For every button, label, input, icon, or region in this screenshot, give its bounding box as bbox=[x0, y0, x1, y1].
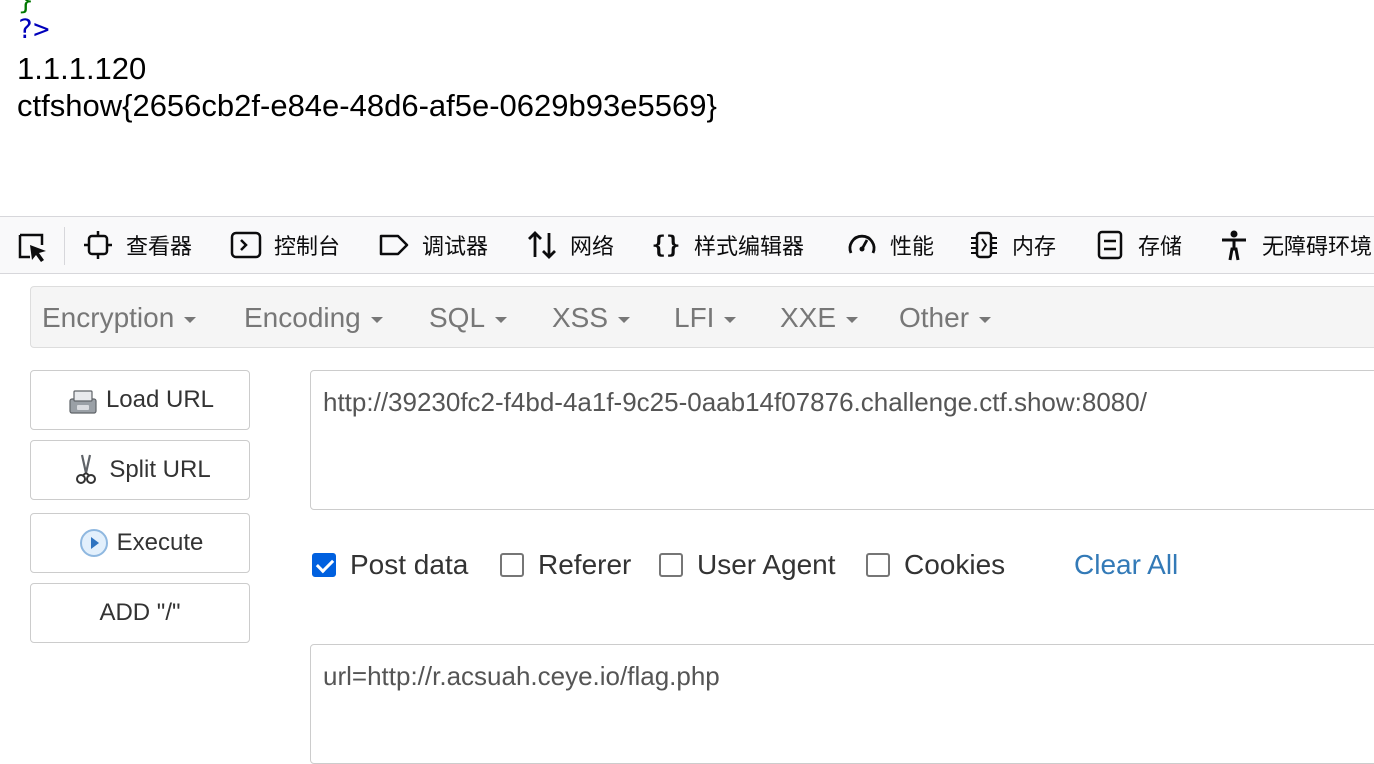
toolbar-separator bbox=[64, 227, 65, 265]
devtools-toolbar: 查看器 控制台 调试器 网络 {} 样式编辑器 性能 内存 存储 无障碍环境 bbox=[0, 216, 1374, 274]
caret-down-icon bbox=[618, 316, 631, 323]
tab-label: 无障碍环境 bbox=[1262, 235, 1373, 260]
debugger-icon bbox=[379, 234, 409, 256]
output-flag: ctfshow{2656cb2f-e84e-48d6-af5e-0629b93e… bbox=[17, 88, 717, 123]
console-icon bbox=[230, 231, 262, 259]
menu-label: Encryption bbox=[42, 302, 175, 333]
post-data-input[interactable]: url=http://r.acsuah.ceye.io/flag.php bbox=[310, 644, 1374, 764]
style-editor-icon: {} bbox=[652, 231, 681, 259]
page-output: } ?> 1.1.1.120 ctfshow{2656cb2f-e84e-48d… bbox=[0, 0, 1374, 216]
caret-down-icon bbox=[724, 316, 737, 323]
tab-inspector[interactable]: 查看器 bbox=[82, 217, 192, 273]
tab-label: 网络 bbox=[570, 235, 615, 260]
menu-other[interactable]: Other bbox=[899, 287, 992, 349]
caret-down-icon bbox=[846, 316, 859, 323]
cookies-option[interactable]: Cookies bbox=[866, 545, 1005, 585]
menu-encoding[interactable]: Encoding bbox=[244, 287, 383, 349]
menu-label: SQL bbox=[429, 302, 486, 333]
post-data-checkbox[interactable] bbox=[312, 553, 336, 577]
tab-label: 存储 bbox=[1138, 235, 1183, 260]
user-agent-option[interactable]: User Agent bbox=[659, 545, 836, 585]
menu-label: XSS bbox=[552, 302, 609, 333]
tab-label: 性能 bbox=[890, 235, 935, 260]
referer-option[interactable]: Referer bbox=[500, 545, 631, 585]
menu-encryption[interactable]: Encryption bbox=[42, 287, 197, 349]
tab-label: 内存 bbox=[1012, 235, 1057, 260]
caret-down-icon bbox=[370, 316, 383, 323]
tab-performance[interactable]: 性能 bbox=[846, 217, 934, 273]
menu-label: LFI bbox=[674, 302, 715, 333]
scissors-icon bbox=[76, 454, 97, 484]
memory-icon bbox=[971, 231, 997, 259]
post-data-label: Post data bbox=[350, 549, 469, 580]
svg-text:{}: {} bbox=[652, 231, 681, 259]
post-data-option[interactable]: Post data bbox=[312, 545, 468, 585]
url-value: http://39230fc2-f4bd-4a1f-9c25-0aab14f07… bbox=[323, 387, 1147, 417]
add-slash-label: ADD "/" bbox=[99, 599, 181, 626]
output-ip: 1.1.1.120 bbox=[17, 51, 147, 86]
accessibility-icon bbox=[1222, 230, 1246, 261]
hackbar-menu: Encryption Encoding SQL XSS LFI XXE Othe… bbox=[30, 286, 1374, 348]
caret-down-icon bbox=[979, 316, 992, 323]
clear-all-link[interactable]: Clear All bbox=[1074, 545, 1178, 585]
menu-xss[interactable]: XSS bbox=[552, 287, 631, 349]
tab-label: 控制台 bbox=[274, 235, 341, 260]
load-url-label: Load URL bbox=[105, 386, 215, 413]
caret-down-icon bbox=[495, 316, 508, 323]
menu-lfi[interactable]: LFI bbox=[674, 287, 737, 349]
inspector-icon bbox=[84, 231, 112, 259]
play-icon bbox=[79, 529, 108, 557]
referer-label: Referer bbox=[538, 549, 632, 580]
user-agent-label: User Agent bbox=[697, 549, 836, 580]
php-close-tag: ?> bbox=[17, 14, 50, 45]
tab-network[interactable]: 网络 bbox=[526, 217, 614, 273]
execute-label: Execute bbox=[116, 529, 204, 556]
tab-memory[interactable]: 内存 bbox=[968, 217, 1056, 273]
menu-label: Other bbox=[899, 302, 970, 333]
network-icon bbox=[528, 231, 556, 259]
split-url-button[interactable]: Split URL bbox=[30, 440, 250, 500]
tab-label: 查看器 bbox=[126, 235, 193, 260]
caret-down-icon bbox=[184, 316, 197, 323]
load-url-button[interactable]: Load URL bbox=[30, 370, 250, 430]
element-picker-icon[interactable] bbox=[16, 231, 48, 263]
cookies-checkbox[interactable] bbox=[866, 553, 890, 577]
user-agent-checkbox[interactable] bbox=[659, 553, 683, 577]
split-url-label: Split URL bbox=[109, 456, 211, 483]
menu-label: XXE bbox=[780, 302, 837, 333]
menu-label: Encoding bbox=[244, 302, 361, 333]
cookies-label: Cookies bbox=[904, 549, 1006, 580]
menu-xxe[interactable]: XXE bbox=[780, 287, 859, 349]
url-input[interactable]: http://39230fc2-f4bd-4a1f-9c25-0aab14f07… bbox=[310, 370, 1374, 510]
referer-checkbox[interactable] bbox=[500, 553, 524, 577]
storage-icon bbox=[1097, 230, 1123, 260]
tab-storage[interactable]: 存储 bbox=[1094, 217, 1182, 273]
performance-icon bbox=[848, 234, 876, 254]
execute-button[interactable]: Execute bbox=[30, 513, 250, 573]
post-data-value: url=http://r.acsuah.ceye.io/flag.php bbox=[323, 661, 720, 691]
load-url-icon bbox=[69, 390, 97, 414]
tab-style-editor[interactable]: {} 样式编辑器 bbox=[650, 217, 804, 273]
tab-accessibility[interactable]: 无障碍环境 bbox=[1218, 217, 1372, 273]
tab-label: 样式编辑器 bbox=[694, 235, 805, 260]
add-slash-button[interactable]: ADD "/" bbox=[30, 583, 250, 643]
tab-label: 调试器 bbox=[422, 235, 489, 260]
tab-console[interactable]: 控制台 bbox=[230, 217, 340, 273]
menu-sql[interactable]: SQL bbox=[429, 287, 508, 349]
tab-debugger[interactable]: 调试器 bbox=[378, 217, 488, 273]
